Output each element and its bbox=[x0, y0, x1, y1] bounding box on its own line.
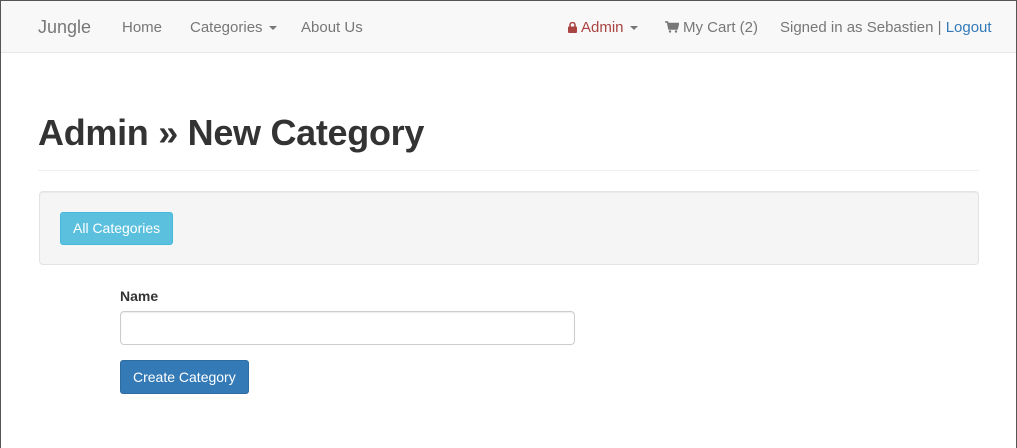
title-divider bbox=[38, 170, 979, 171]
name-field-label: Name bbox=[120, 288, 159, 304]
nav-admin-label: Admin bbox=[581, 19, 624, 36]
all-categories-button[interactable]: All Categories bbox=[60, 212, 174, 245]
brand-link[interactable]: Jungle bbox=[38, 17, 91, 38]
shopping-cart-icon bbox=[665, 21, 679, 33]
name-input[interactable] bbox=[120, 311, 575, 345]
create-category-button[interactable]: Create Category bbox=[120, 360, 249, 394]
chevron-down-icon bbox=[268, 26, 277, 31]
top-navbar: Jungle Home Categories About Us Admin My… bbox=[1, 1, 1016, 53]
chevron-down-icon bbox=[629, 26, 638, 31]
browser-page: Jungle Home Categories About Us Admin My… bbox=[0, 0, 1017, 448]
toolbar-well: All Categories bbox=[39, 191, 979, 265]
page-title: Admin » New Category bbox=[38, 112, 425, 153]
nav-cart-link[interactable]: My Cart (2) bbox=[665, 19, 758, 36]
nav-admin-dropdown[interactable]: Admin bbox=[568, 19, 638, 36]
signed-in-text: Signed in as Sebastien | bbox=[780, 19, 942, 36]
lock-icon bbox=[568, 22, 577, 33]
nav-categories-dropdown[interactable]: Categories bbox=[190, 19, 277, 36]
nav-home-link[interactable]: Home bbox=[122, 19, 162, 36]
logout-link[interactable]: Logout bbox=[946, 19, 992, 36]
nav-cart-label: My Cart (2) bbox=[683, 19, 758, 36]
nav-categories-label: Categories bbox=[190, 19, 263, 36]
signed-in-status: Signed in as Sebastien | Logout bbox=[780, 19, 992, 36]
nav-about-link[interactable]: About Us bbox=[301, 19, 363, 36]
